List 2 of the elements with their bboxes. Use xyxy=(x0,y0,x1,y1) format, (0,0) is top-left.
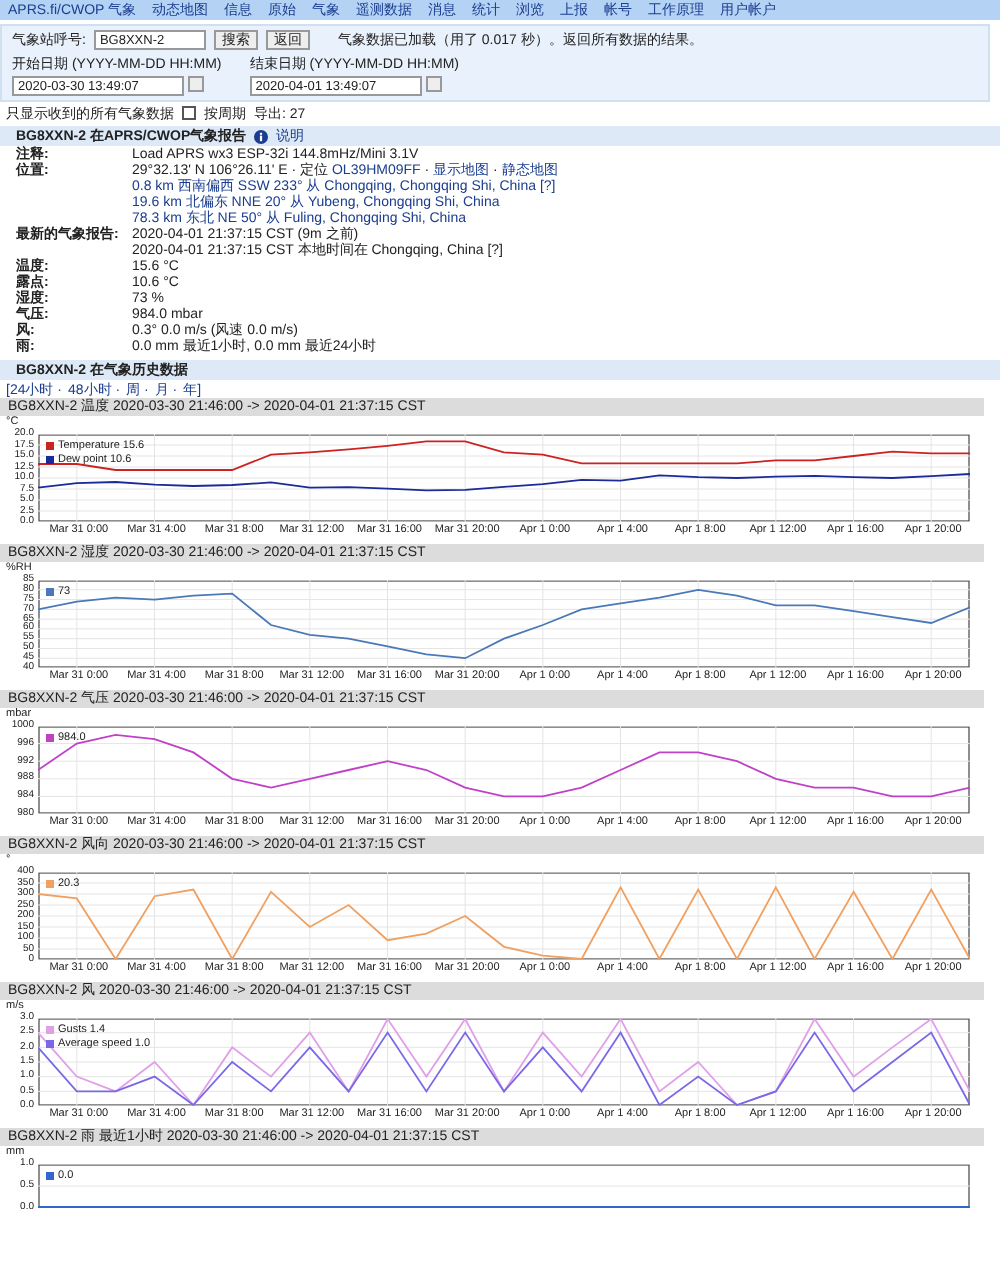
checkbox[interactable] xyxy=(182,106,196,120)
info-icon[interactable] xyxy=(254,129,269,143)
